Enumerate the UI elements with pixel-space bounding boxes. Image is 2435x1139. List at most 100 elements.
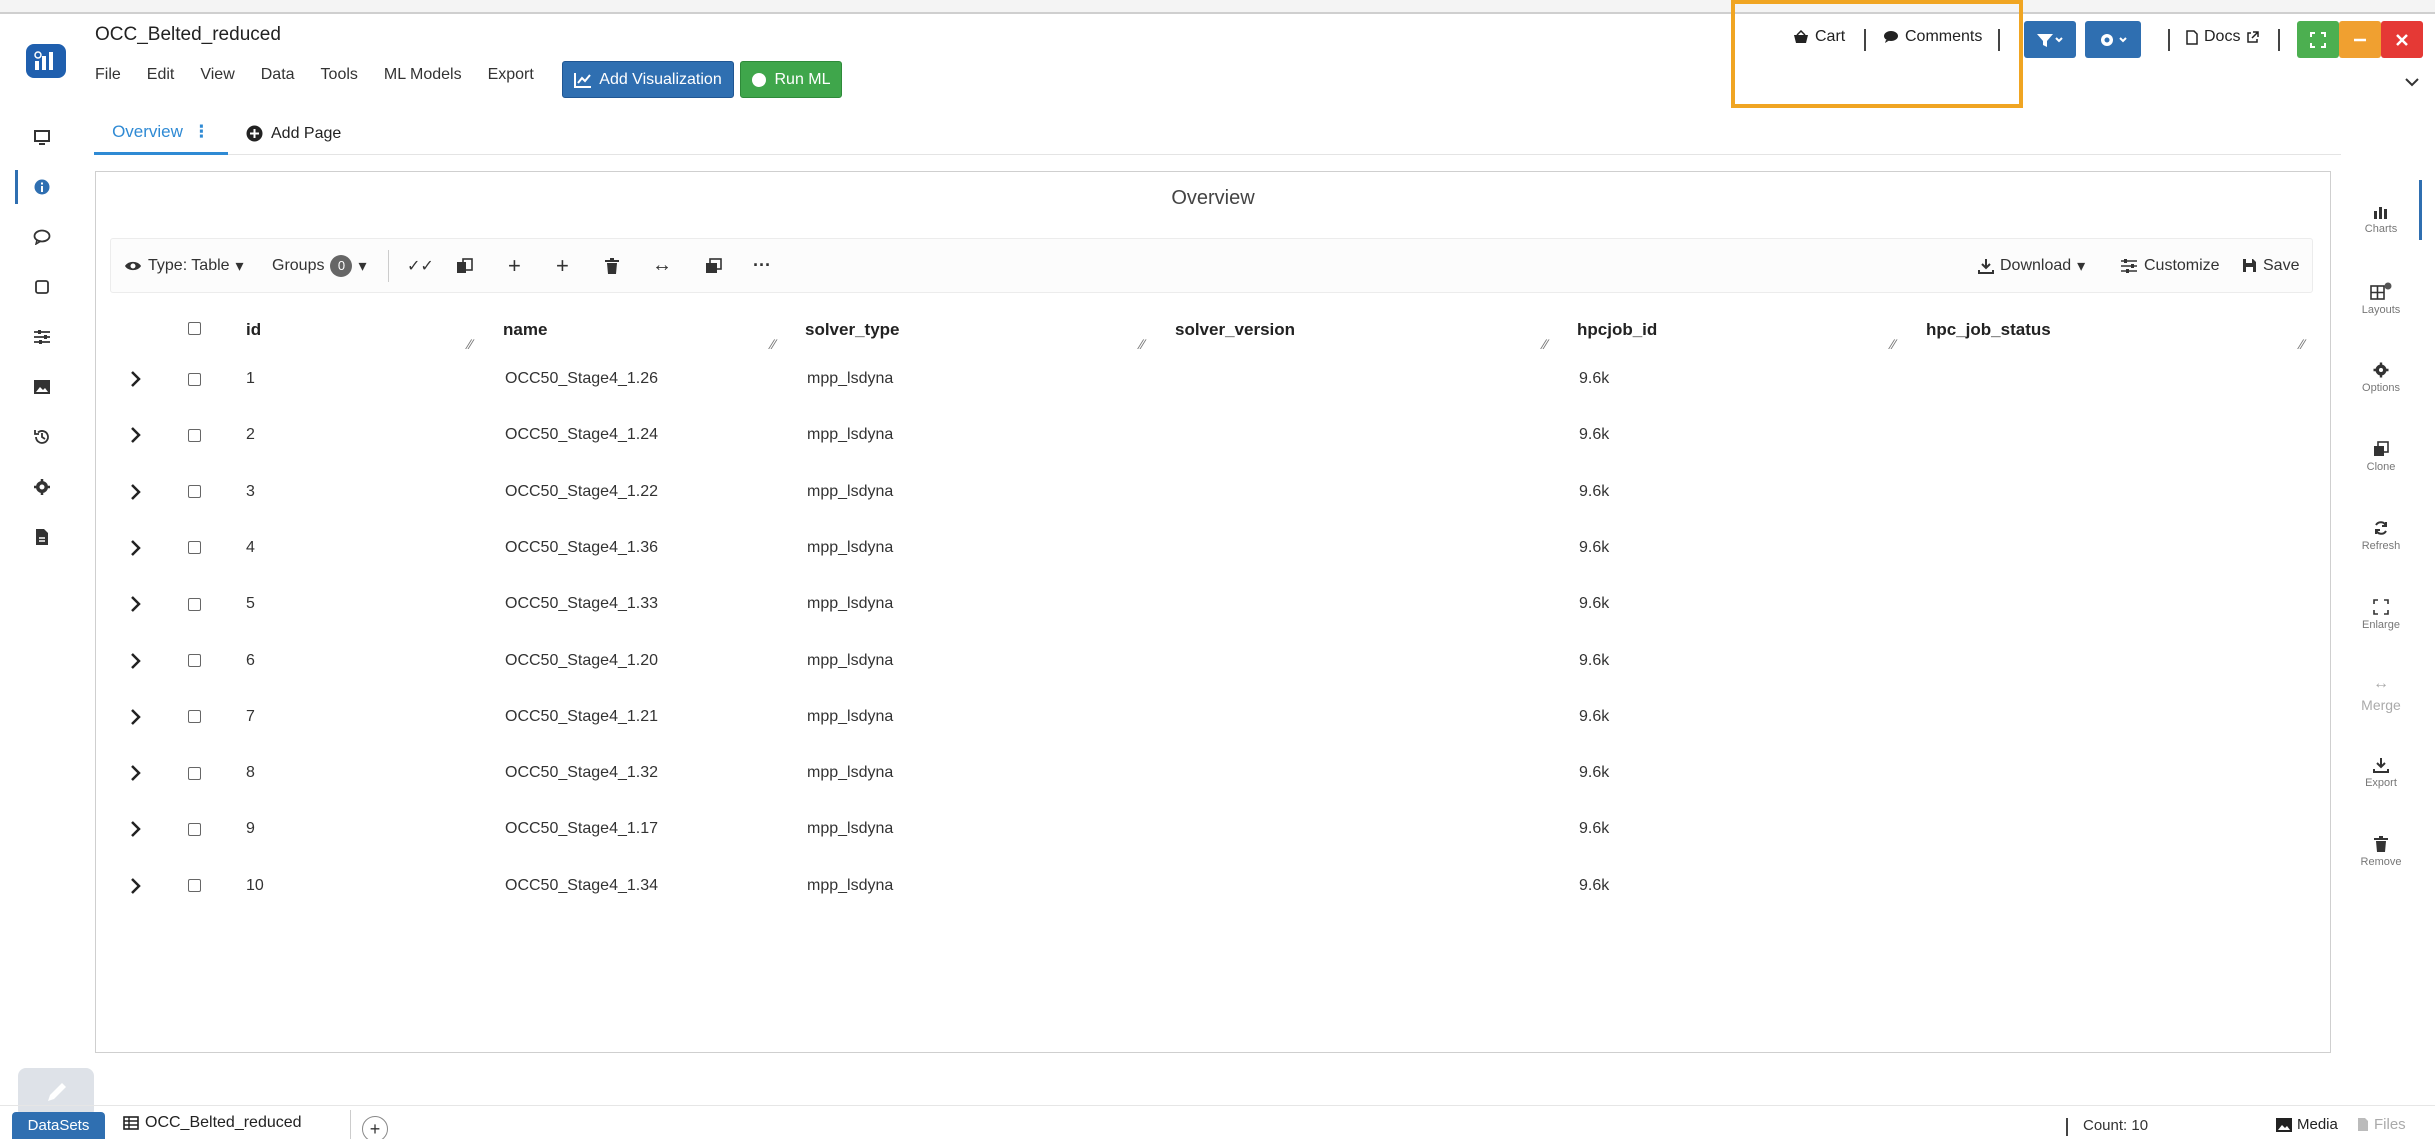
table-row[interactable]: 3 OCC50_Stage4_1.22 mpp_lsdyna 9.6k bbox=[110, 464, 2310, 520]
media-button[interactable]: Media bbox=[2276, 1116, 2338, 1133]
menu-data[interactable]: Data bbox=[261, 66, 295, 84]
rightbar-remove[interactable]: Remove bbox=[2348, 812, 2414, 891]
rightbar-charts[interactable]: Charts bbox=[2348, 180, 2422, 259]
row-checkbox[interactable] bbox=[188, 464, 201, 520]
column-resize-handle[interactable]: ∕∕ bbox=[2300, 336, 2305, 352]
resize-columns-button[interactable]: ↔ bbox=[652, 238, 672, 293]
expand-row-chevron-icon[interactable] bbox=[130, 520, 142, 576]
menu-view[interactable]: View bbox=[200, 66, 234, 84]
table-row[interactable]: 1 OCC50_Stage4_1.26 mpp_lsdyna 9.6k bbox=[110, 351, 2310, 407]
rightbar-refresh[interactable]: Refresh bbox=[2348, 496, 2414, 575]
add-dataset-button[interactable]: + bbox=[362, 1116, 388, 1139]
row-checkbox[interactable] bbox=[188, 520, 201, 576]
table-row[interactable]: 2 OCC50_Stage4_1.24 mpp_lsdyna 9.6k bbox=[110, 407, 2310, 463]
download-dropdown[interactable]: Download ▾ bbox=[1978, 238, 2085, 293]
select-all-button[interactable]: ✓✓ bbox=[407, 238, 434, 293]
sidebar-item-comments[interactable] bbox=[18, 212, 66, 262]
expand-row-chevron-icon[interactable] bbox=[130, 858, 142, 914]
expand-row-chevron-icon[interactable] bbox=[130, 351, 142, 407]
row-checkbox[interactable] bbox=[188, 745, 201, 801]
expand-row-chevron-icon[interactable] bbox=[130, 801, 142, 857]
close-button[interactable] bbox=[2381, 21, 2423, 58]
row-checkbox[interactable] bbox=[188, 633, 201, 689]
table-row[interactable]: 9 OCC50_Stage4_1.17 mpp_lsdyna 9.6k bbox=[110, 801, 2310, 857]
table-row[interactable]: 6 OCC50_Stage4_1.20 mpp_lsdyna 9.6k bbox=[110, 633, 2310, 689]
row-checkbox[interactable] bbox=[188, 351, 201, 407]
row-checkbox[interactable] bbox=[188, 576, 201, 632]
expand-row-chevron-icon[interactable] bbox=[130, 576, 142, 632]
copy-button[interactable] bbox=[456, 238, 474, 293]
menu-export[interactable]: Export bbox=[488, 66, 534, 84]
add-row-button[interactable]: + bbox=[508, 238, 521, 293]
table-row[interactable]: 7 OCC50_Stage4_1.21 mpp_lsdyna 9.6k bbox=[110, 689, 2310, 745]
row-checkbox[interactable] bbox=[188, 689, 201, 745]
sidebar-item-settings[interactable] bbox=[18, 462, 66, 512]
sidebar-item-info[interactable] bbox=[15, 162, 66, 212]
column-header-id[interactable]: id bbox=[246, 320, 261, 340]
expand-row-chevron-icon[interactable] bbox=[130, 407, 142, 463]
rightbar-layouts[interactable]: Layouts bbox=[2348, 259, 2414, 338]
tab-overview[interactable]: Overview ⋮ bbox=[94, 112, 228, 155]
filter-button[interactable] bbox=[2024, 21, 2076, 58]
column-header-hpcjob-id[interactable]: hpcjob_id bbox=[1577, 320, 1657, 340]
kebab-menu-icon[interactable]: ⋮ bbox=[193, 122, 210, 142]
table-row[interactable]: 5 OCC50_Stage4_1.33 mpp_lsdyna 9.6k bbox=[110, 576, 2310, 632]
add-column-button[interactable]: + bbox=[556, 238, 569, 293]
clone-button[interactable] bbox=[705, 238, 723, 293]
type-dropdown[interactable]: Type: Table ▾ bbox=[124, 238, 244, 293]
menu-tools[interactable]: Tools bbox=[321, 66, 358, 84]
row-checkbox[interactable] bbox=[188, 801, 201, 857]
delete-button[interactable] bbox=[605, 238, 619, 293]
sidebar-item-sliders[interactable] bbox=[18, 312, 66, 362]
column-resize-handle[interactable]: ∕∕ bbox=[1140, 336, 1145, 352]
customize-button[interactable]: Customize bbox=[2120, 238, 2220, 293]
comments-button[interactable]: Comments bbox=[1883, 28, 1982, 46]
column-header-solver-type[interactable]: solver_type bbox=[805, 320, 900, 340]
menu-file[interactable]: File bbox=[95, 66, 121, 84]
column-header-hpc-job-status[interactable]: hpc_job_status bbox=[1926, 320, 2051, 340]
run-ml-button[interactable]: Run ML bbox=[740, 61, 842, 98]
rightbar-export[interactable]: Export bbox=[2348, 733, 2414, 812]
expand-row-chevron-icon[interactable] bbox=[130, 689, 142, 745]
expand-row-chevron-icon[interactable] bbox=[130, 745, 142, 801]
rightbar-enlarge[interactable]: Enlarge bbox=[2348, 575, 2414, 654]
sidebar-item-square[interactable] bbox=[18, 262, 66, 312]
cart-button[interactable]: Cart bbox=[1793, 28, 1845, 46]
more-button[interactable]: ··· bbox=[753, 238, 771, 293]
docs-link[interactable]: Docs bbox=[2186, 28, 2260, 46]
table-row[interactable]: 8 OCC50_Stage4_1.32 mpp_lsdyna 9.6k bbox=[110, 745, 2310, 801]
rightbar-merge[interactable]: ↔ Merge bbox=[2348, 654, 2414, 733]
column-resize-handle[interactable]: ∕∕ bbox=[468, 336, 473, 352]
add-page-button[interactable]: Add Page bbox=[246, 112, 341, 155]
sidebar-item-image[interactable] bbox=[18, 362, 66, 412]
sidebar-item-history[interactable] bbox=[18, 412, 66, 462]
expand-row-chevron-icon[interactable] bbox=[130, 633, 142, 689]
column-header-name[interactable]: name bbox=[503, 320, 547, 340]
groups-dropdown[interactable]: Groups 0 ▾ bbox=[272, 238, 367, 293]
menu-edit[interactable]: Edit bbox=[147, 66, 175, 84]
minimize-button[interactable] bbox=[2339, 21, 2381, 58]
datasets-tab[interactable]: DataSets bbox=[12, 1112, 105, 1139]
table-row[interactable]: 4 OCC50_Stage4_1.36 mpp_lsdyna 9.6k bbox=[110, 520, 2310, 576]
column-resize-handle[interactable]: ∕∕ bbox=[1891, 336, 1896, 352]
dataset-tab[interactable]: OCC_Belted_reduced bbox=[123, 1114, 302, 1132]
select-all-checkbox[interactable] bbox=[188, 322, 201, 335]
rightbar-options[interactable]: Options bbox=[2348, 338, 2414, 417]
rightbar-clone[interactable]: Clone bbox=[2348, 417, 2414, 496]
files-button[interactable]: Files bbox=[2357, 1116, 2406, 1133]
sidebar-item-file[interactable] bbox=[18, 512, 66, 562]
row-checkbox[interactable] bbox=[188, 407, 201, 463]
column-resize-handle[interactable]: ∕∕ bbox=[771, 336, 776, 352]
column-header-solver-version[interactable]: solver_version bbox=[1175, 320, 1295, 340]
menu-ml-models[interactable]: ML Models bbox=[384, 66, 462, 84]
column-resize-handle[interactable]: ∕∕ bbox=[1543, 336, 1548, 352]
settings-dropdown-button[interactable] bbox=[2085, 21, 2141, 58]
row-checkbox[interactable] bbox=[188, 858, 201, 914]
fullscreen-button[interactable] bbox=[2297, 21, 2339, 58]
table-row[interactable]: 10 OCC50_Stage4_1.34 mpp_lsdyna 9.6k bbox=[110, 858, 2310, 914]
sidebar-item-monitor[interactable] bbox=[18, 112, 66, 162]
expand-row-chevron-icon[interactable] bbox=[130, 464, 142, 520]
save-button[interactable]: Save bbox=[2242, 238, 2299, 293]
add-visualization-button[interactable]: Add Visualization bbox=[562, 61, 734, 98]
chevron-down-icon[interactable] bbox=[2404, 74, 2420, 91]
